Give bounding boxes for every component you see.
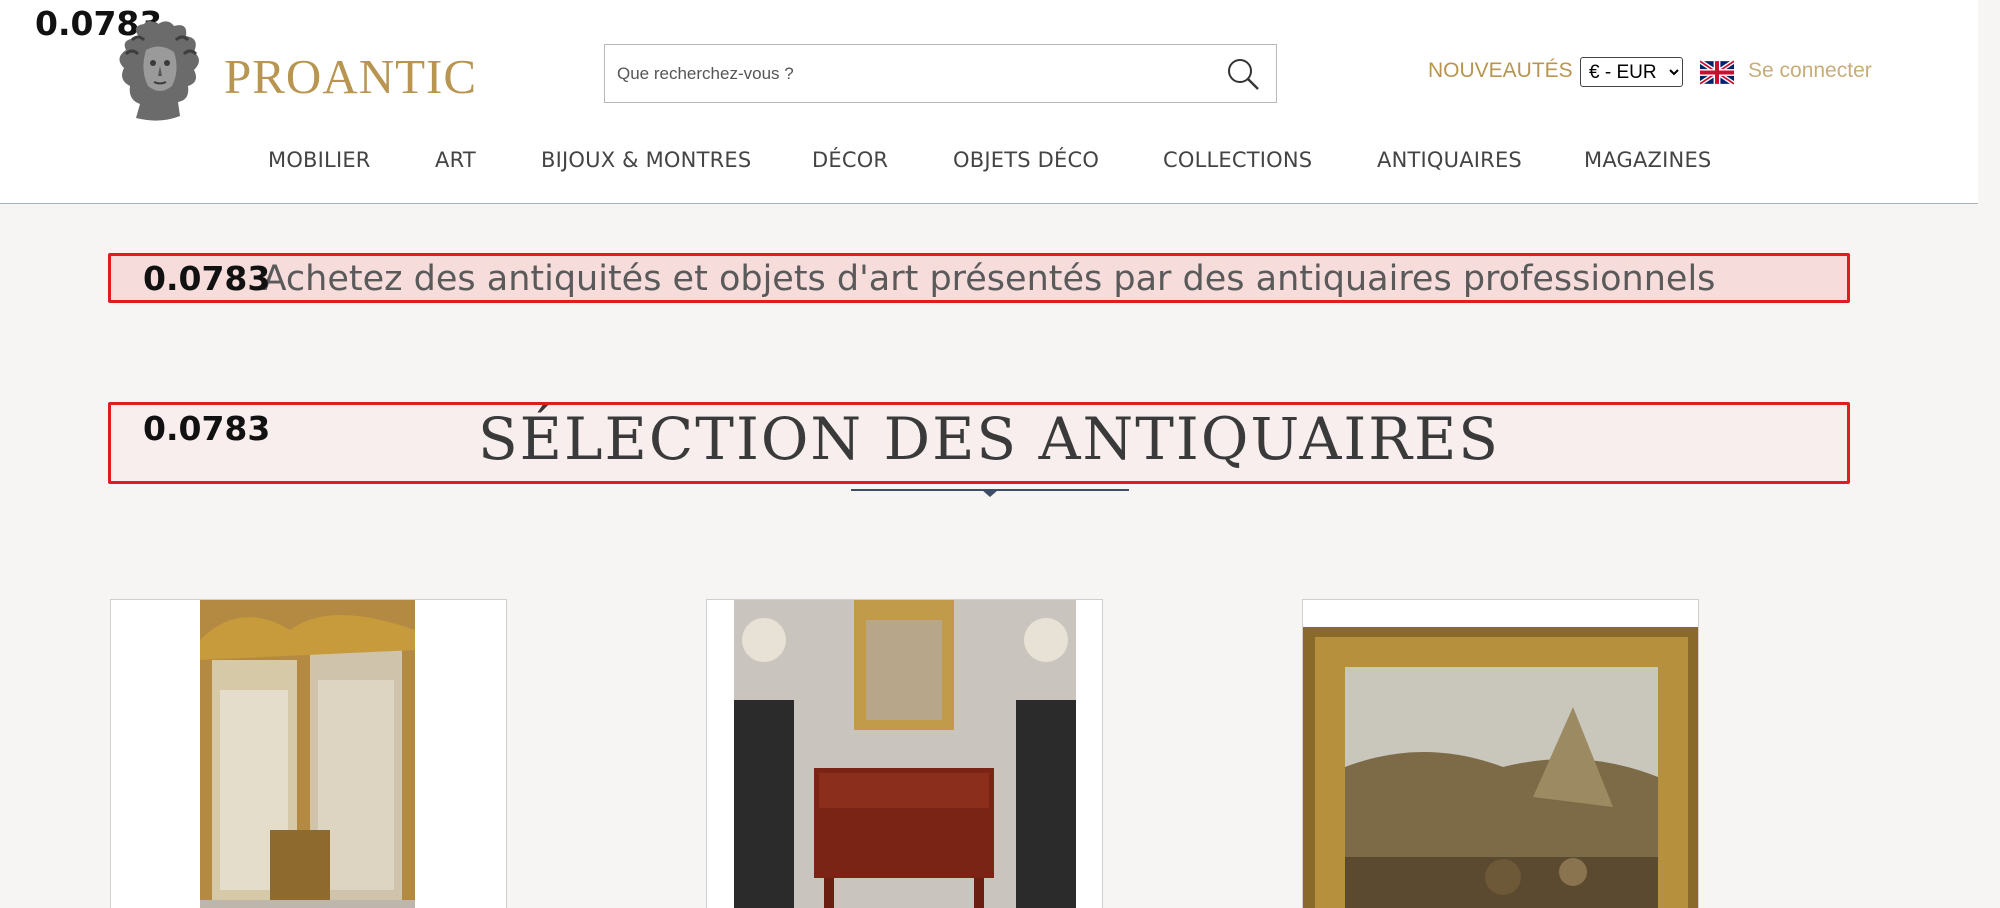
login-link[interactable]: Se connecter — [1748, 59, 1872, 83]
search-bar — [604, 44, 1277, 103]
section-title: SÉLECTION DES ANTIQUAIRES — [477, 405, 1501, 473]
nouveautes-link[interactable]: NOUVEAUTÉS — [1428, 59, 1573, 83]
uk-flag-icon[interactable] — [1700, 60, 1734, 85]
banner-tagline: Achetez des antiquités et objets d'art p… — [262, 259, 1716, 299]
product-card[interactable] — [1302, 599, 1699, 908]
gilded-mirrors-photo — [200, 600, 415, 908]
main-nav: MOBILIER ART BIJOUX & MONTRES DÉCOR OBJE… — [0, 148, 1978, 182]
search-icon[interactable] — [1226, 57, 1260, 91]
nav-item-mobilier[interactable]: MOBILIER — [268, 148, 371, 172]
site-header: 0.0783 PROANTIC NOUVEAUTÉS € - EUR Se co… — [0, 0, 1978, 204]
mahogany-console-photo — [734, 600, 1076, 908]
nav-item-objets-deco[interactable]: OBJETS DÉCO — [953, 148, 1099, 172]
nav-item-decor[interactable]: DÉCOR — [812, 148, 888, 172]
search-input[interactable] — [605, 45, 1205, 102]
nav-item-magazines[interactable]: MAGAZINES — [1584, 148, 1711, 172]
brand-name[interactable]: PROANTIC — [224, 48, 477, 105]
product-card[interactable] — [706, 599, 1103, 908]
product-card[interactable] — [110, 599, 507, 908]
section-score: 0.0783 — [143, 409, 271, 448]
banner-score: 0.0783 — [143, 259, 271, 298]
section-divider-arrow-icon — [982, 490, 998, 497]
framed-landscape-painting-photo — [1303, 627, 1698, 908]
nav-item-bijoux-montres[interactable]: BIJOUX & MONTRES — [541, 148, 751, 172]
nav-item-art[interactable]: ART — [435, 148, 476, 172]
logo-bust-icon[interactable] — [110, 20, 210, 122]
nav-item-collections[interactable]: COLLECTIONS — [1163, 148, 1312, 172]
currency-select[interactable]: € - EUR — [1580, 57, 1683, 87]
nav-item-antiquaires[interactable]: ANTIQUAIRES — [1377, 148, 1522, 172]
